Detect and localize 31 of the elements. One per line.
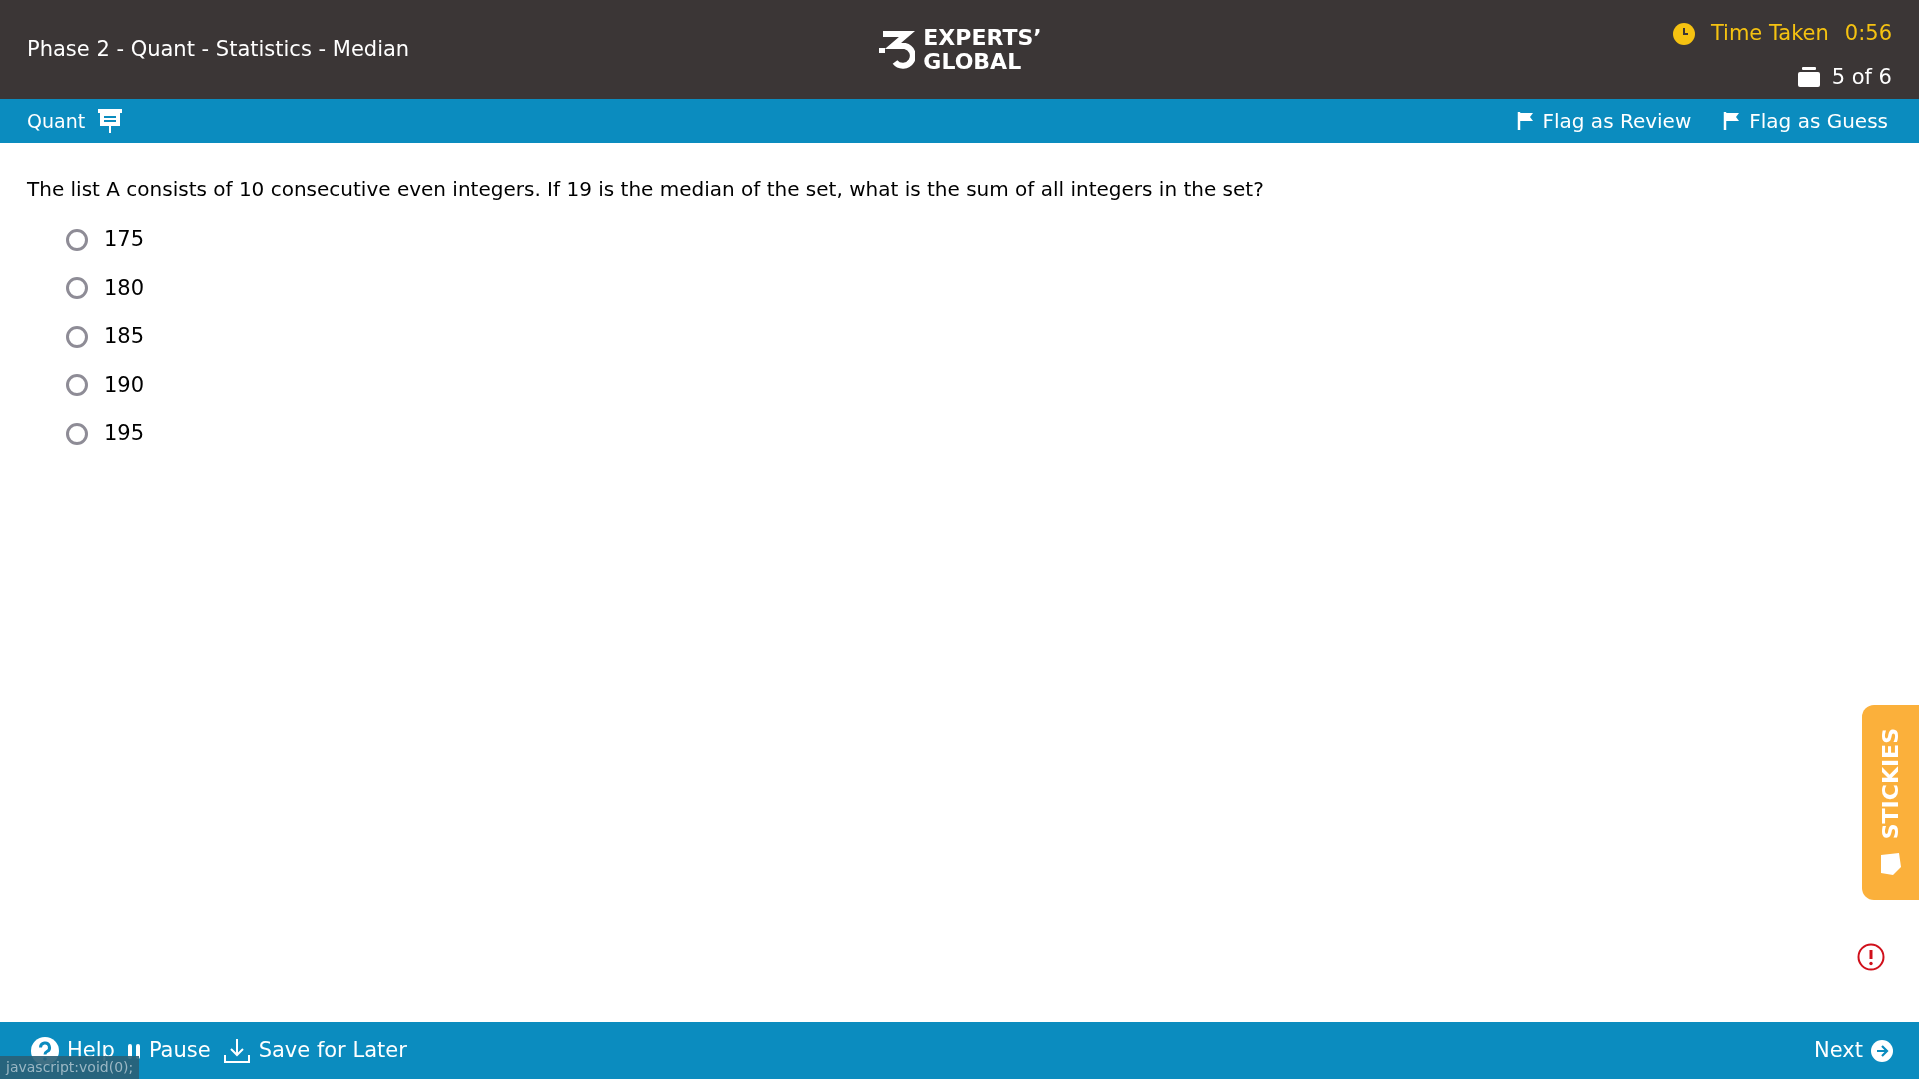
radio-button[interactable] bbox=[66, 422, 88, 445]
flag-icon bbox=[1723, 111, 1742, 131]
radio-button[interactable] bbox=[66, 325, 88, 348]
flag-button[interactable]: Flag as Guess bbox=[1719, 106, 1892, 136]
stack-icon bbox=[1797, 67, 1820, 88]
option-label: 190 bbox=[104, 371, 145, 399]
section-name: Quant bbox=[27, 108, 86, 134]
logo-text: GLOBAL bbox=[923, 49, 1023, 74]
flag-icon bbox=[1516, 111, 1535, 131]
whiteboard-icon[interactable] bbox=[97, 108, 124, 134]
download-icon bbox=[222, 1037, 251, 1064]
page-title: Phase 2 - Quant - Statistics - Median bbox=[27, 35, 411, 63]
flag-button[interactable]: Flag as Review bbox=[1512, 106, 1696, 136]
option-label: 195 bbox=[104, 420, 145, 447]
logo-text: EXPERTS’ bbox=[923, 25, 1042, 50]
radio-button[interactable] bbox=[66, 228, 88, 251]
timer-value: 0:56 bbox=[1844, 20, 1892, 47]
next-button[interactable]: Next bbox=[1814, 1034, 1893, 1067]
clock-icon bbox=[1672, 22, 1695, 45]
arrow-right-icon bbox=[1871, 1039, 1893, 1062]
question-text: The list A consists of 10 consecutive even integers. If 19 is the median of the set, what is the sum of all integers in the set? bbox=[27, 176, 1265, 203]
timer-label: Time Taken bbox=[1710, 20, 1829, 47]
radio-button[interactable] bbox=[66, 277, 88, 300]
question-counter: 5 of 6 bbox=[1831, 63, 1892, 91]
save-for-later-button[interactable]: Save for Later bbox=[222, 1034, 407, 1067]
status-tooltip: javascript:void(0); bbox=[0, 1056, 140, 1079]
warning-icon[interactable] bbox=[1857, 943, 1885, 971]
option-label: 185 bbox=[104, 323, 145, 350]
option-label: 175 bbox=[104, 226, 145, 253]
radio-button[interactable] bbox=[66, 374, 88, 397]
option-label: 180 bbox=[104, 274, 145, 302]
